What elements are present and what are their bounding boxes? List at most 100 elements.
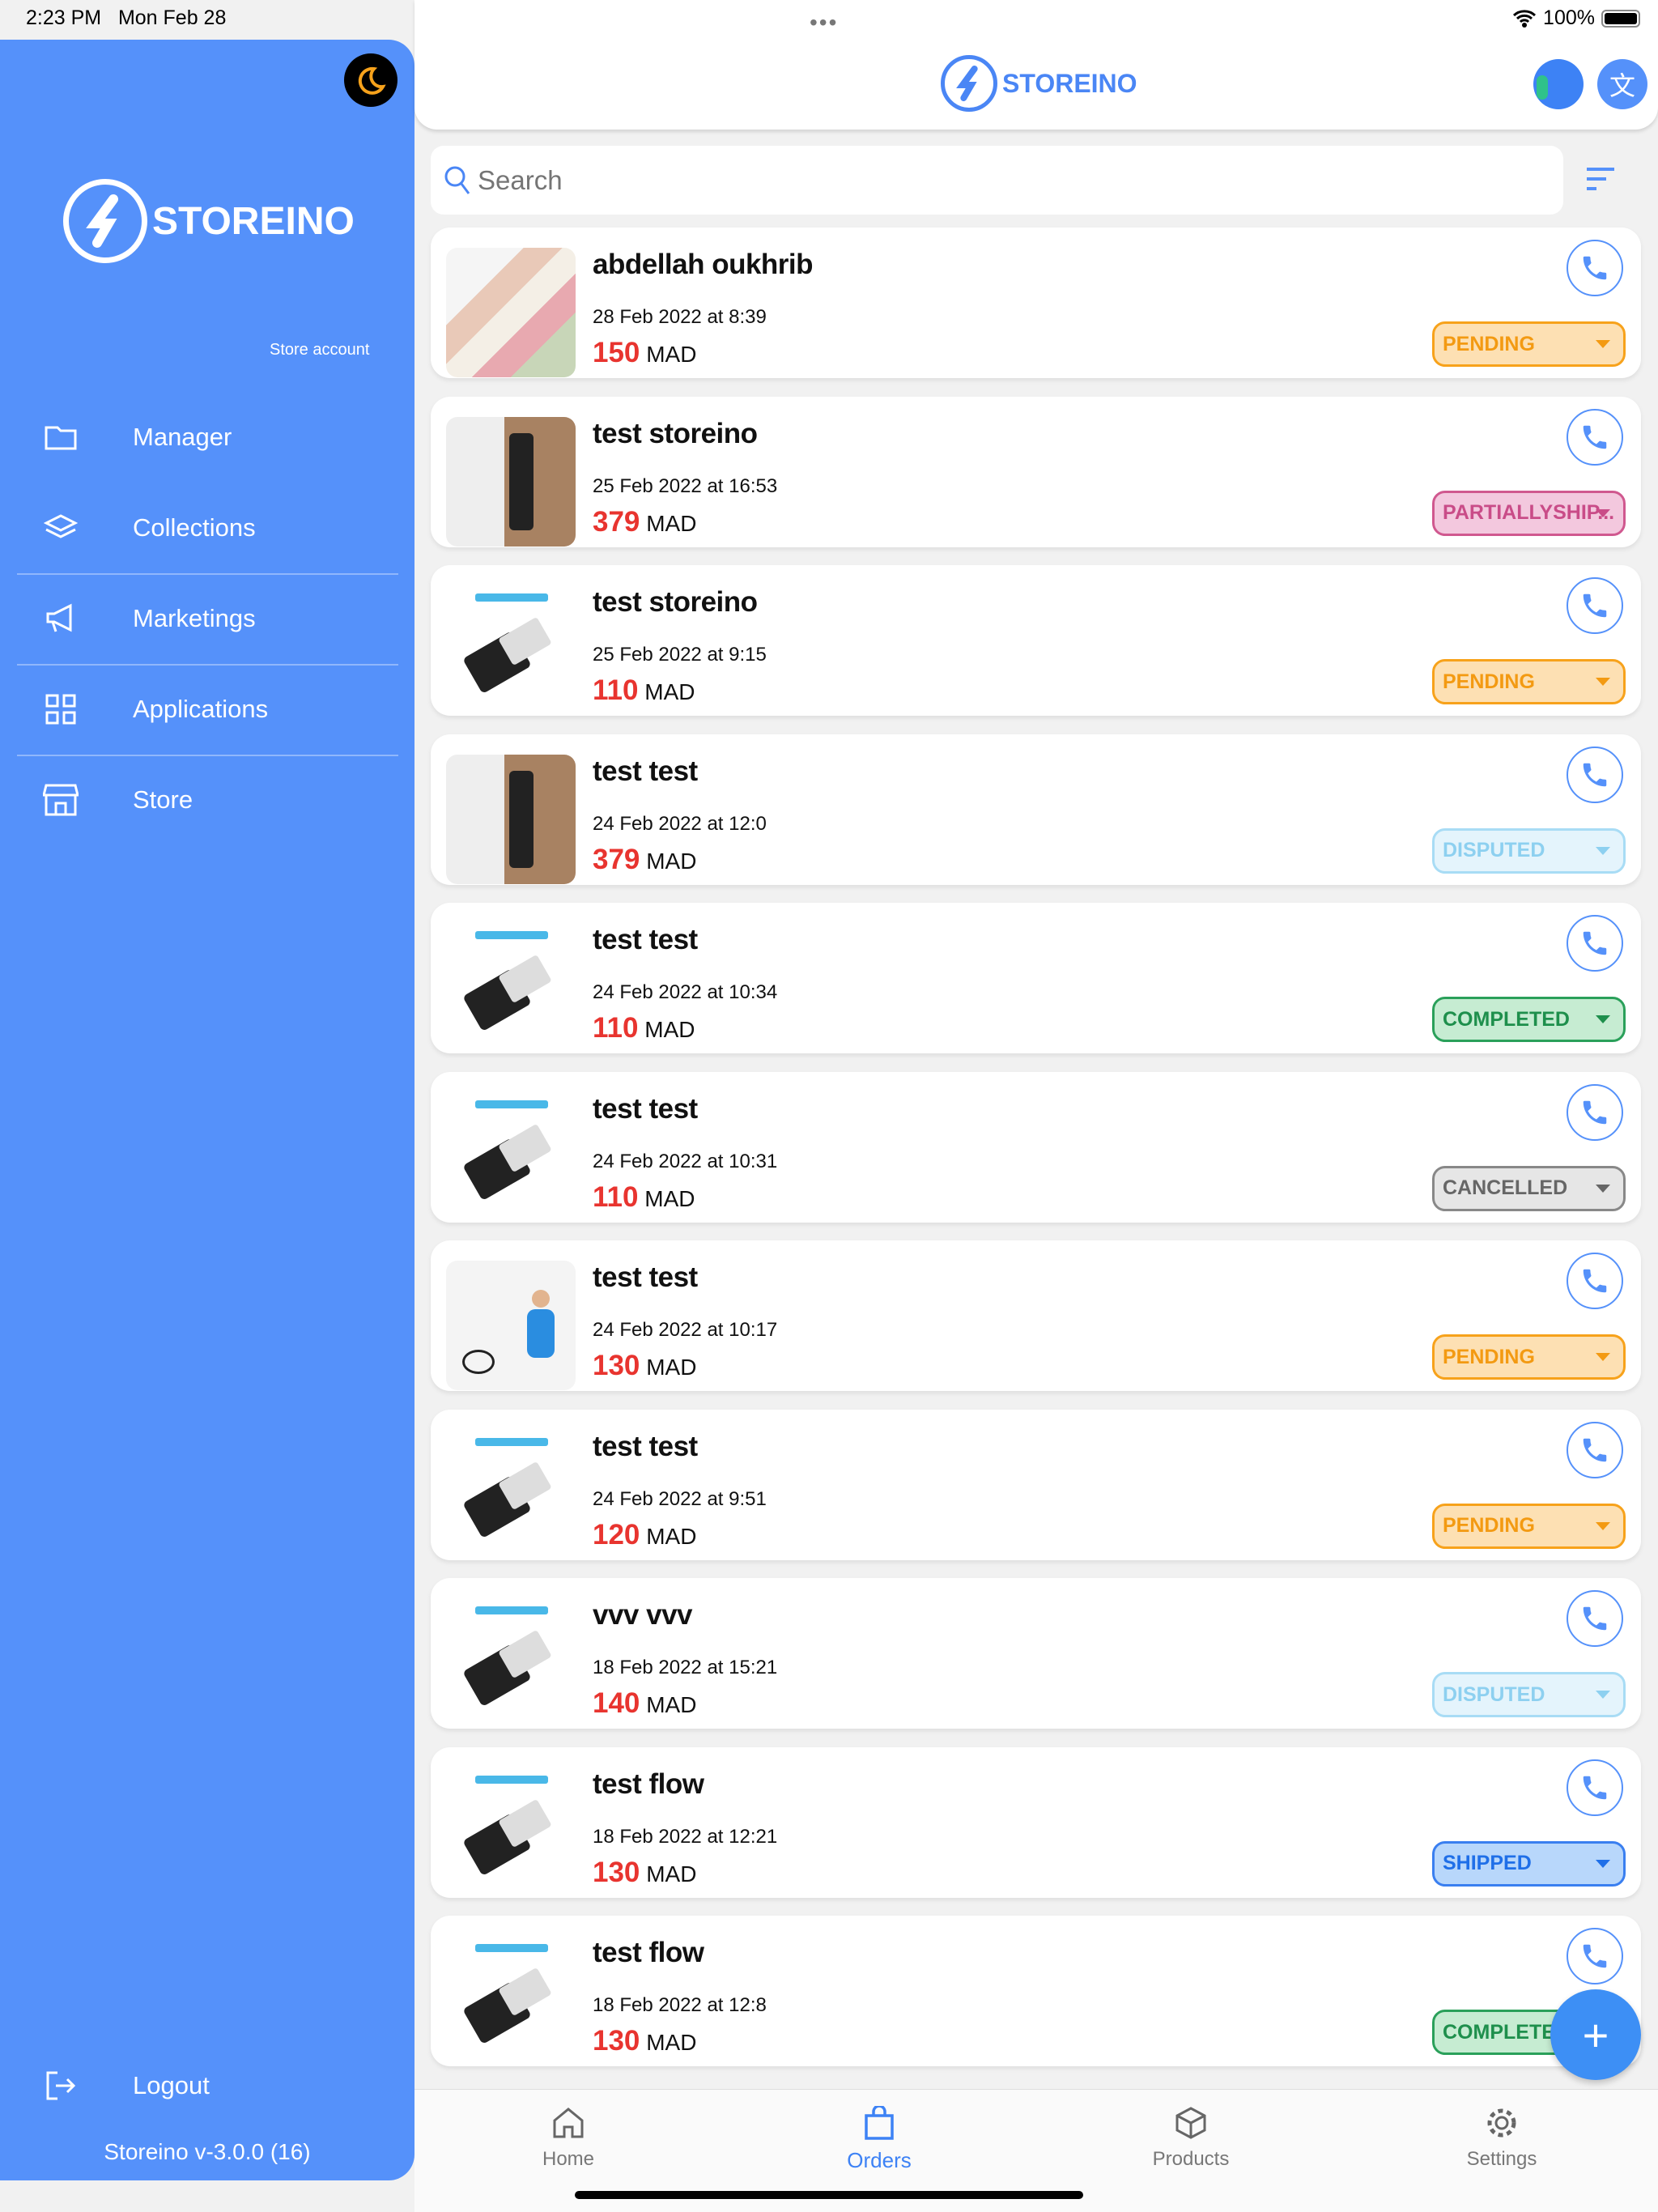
chevron-down-icon — [1596, 1859, 1610, 1868]
customer-name: abdellah oukhrib — [593, 249, 814, 280]
sidebar-item-applications[interactable]: Applications — [0, 669, 414, 750]
globe-icon — [1537, 75, 1548, 100]
tab-settings[interactable]: Settings — [1421, 2106, 1583, 2171]
order-amount: 110 — [593, 1180, 639, 1213]
product-image-usb-dongle — [446, 585, 576, 715]
product-image-door-lock — [446, 416, 576, 547]
order-card[interactable]: vvv vvv 18 Feb 2022 at 15:21 140 MAD DIS… — [431, 1578, 1641, 1729]
order-card[interactable]: test storeino 25 Feb 2022 at 9:15 110 MA… — [431, 565, 1641, 716]
order-card[interactable]: abdellah oukhrib 28 Feb 2022 at 8:39 150… — [431, 228, 1641, 378]
add-order-button[interactable]: + — [1550, 1989, 1641, 2080]
call-button[interactable] — [1567, 746, 1623, 803]
filter-button[interactable] — [1585, 166, 1616, 198]
tab-products[interactable]: Products — [1110, 2106, 1272, 2171]
tab-orders[interactable]: Orders — [798, 2106, 960, 2173]
order-card[interactable]: test test 24 Feb 2022 at 10:31 110 MAD C… — [431, 1071, 1641, 1223]
sidebar-item-store[interactable]: Store — [0, 759, 414, 840]
store-account-link[interactable]: Store account — [270, 341, 369, 359]
home-icon — [553, 2108, 584, 2138]
order-total: 130 MAD — [593, 2025, 696, 2057]
status-dropdown[interactable]: DISPUTED — [1432, 1672, 1626, 1717]
chevron-down-icon — [1596, 678, 1610, 686]
order-amount: 130 — [593, 1350, 640, 1381]
status-dropdown[interactable]: SHIPPED — [1432, 1840, 1626, 1887]
order-card[interactable]: test test 24 Feb 2022 at 10:17 130 MAD P… — [431, 1240, 1641, 1391]
order-amount: 130 — [593, 1856, 640, 1888]
order-total: 120 MAD — [593, 1519, 696, 1551]
call-button[interactable] — [1567, 1421, 1623, 1478]
product-image-door-lock — [446, 754, 576, 884]
status-dropdown[interactable]: PENDING — [1432, 321, 1626, 367]
order-date: 25 Feb 2022 at 16:53 — [593, 474, 778, 497]
sidebar-item-collections[interactable]: Collections — [0, 487, 414, 568]
order-total: 140 MAD — [593, 1687, 696, 1720]
order-total: 130 MAD — [593, 1857, 696, 1889]
order-card[interactable]: test storeino 25 Feb 2022 at 16:53 379 M… — [431, 396, 1641, 547]
order-card[interactable]: test test 24 Feb 2022 at 12:0 379 MAD DI… — [431, 734, 1641, 885]
order-card[interactable]: test flow 18 Feb 2022 at 12:8 130 MAD CO… — [431, 1916, 1641, 2066]
status-dropdown[interactable]: COMPLETED — [1432, 997, 1626, 1042]
status-dropdown[interactable]: CANCELLED — [1432, 1165, 1626, 1211]
search-input[interactable] — [478, 164, 1449, 196]
app-version: Storeino v-3.0.0 (16) — [104, 2139, 311, 2164]
phone-icon — [1583, 1944, 1607, 1968]
order-currency: MAD — [646, 1523, 697, 1549]
status-dropdown[interactable]: PENDING — [1432, 1503, 1626, 1549]
sidebar-item-marketings[interactable]: Marketings — [0, 578, 414, 659]
call-button[interactable] — [1567, 915, 1623, 972]
call-button[interactable] — [1567, 577, 1623, 634]
translate-button[interactable]: 文 — [1597, 59, 1647, 109]
call-button[interactable] — [1567, 1590, 1623, 1647]
shopping-bag-icon — [865, 2106, 894, 2140]
tab-home[interactable]: Home — [487, 2106, 649, 2171]
product-image-towels — [446, 248, 576, 377]
order-card[interactable]: test flow 18 Feb 2022 at 12:21 130 MAD S… — [431, 1746, 1641, 1898]
call-button[interactable] — [1567, 1253, 1623, 1309]
order-date: 24 Feb 2022 at 10:17 — [593, 1319, 778, 1341]
product-image-door-anchor — [446, 1261, 576, 1390]
call-button[interactable] — [1567, 240, 1623, 296]
dark-mode-toggle[interactable] — [344, 53, 397, 107]
call-button[interactable] — [1567, 1928, 1623, 1984]
product-image-usb-dongle — [446, 1598, 576, 1728]
order-date: 24 Feb 2022 at 9:51 — [593, 1487, 767, 1510]
chevron-down-icon — [1596, 1184, 1610, 1193]
call-button[interactable] — [1567, 408, 1623, 466]
order-currency: MAD — [644, 679, 695, 704]
folder-icon — [37, 424, 84, 450]
search-bar[interactable] — [431, 146, 1563, 215]
order-card[interactable]: test test 24 Feb 2022 at 9:51 120 MAD PE… — [431, 1409, 1641, 1560]
status-dropdown[interactable]: DISPUTED — [1432, 827, 1626, 874]
customer-name: test flow — [593, 1767, 704, 1800]
phone-icon — [1583, 1606, 1607, 1631]
order-currency: MAD — [646, 1861, 697, 1887]
product-image-usb-dongle — [446, 1767, 576, 1897]
product-image-usb-dongle — [446, 1936, 576, 2065]
order-card[interactable]: test test 24 Feb 2022 at 10:34 110 MAD C… — [431, 903, 1641, 1053]
sidebar-item-manager[interactable]: Manager — [0, 397, 414, 478]
chevron-down-icon — [1596, 1691, 1610, 1699]
phone-icon — [1583, 1438, 1607, 1461]
phone-icon — [1583, 425, 1607, 449]
chevron-down-icon — [1596, 1521, 1610, 1530]
call-button[interactable] — [1567, 1759, 1623, 1816]
status-dropdown[interactable]: PENDING — [1432, 659, 1626, 704]
order-total: 379 MAD — [593, 506, 696, 538]
grid-icon — [37, 694, 84, 725]
logout-button[interactable]: Logout — [0, 2045, 414, 2126]
plus-icon: + — [1582, 2009, 1609, 2061]
customer-name: test test — [593, 1092, 698, 1125]
order-currency: MAD — [646, 1355, 697, 1380]
status-label: SHIPPED — [1443, 1852, 1532, 1874]
search-icon — [444, 166, 470, 194]
status-dropdown[interactable]: PENDING — [1432, 1334, 1626, 1380]
divider — [17, 755, 398, 756]
call-button[interactable] — [1567, 1083, 1623, 1141]
status-dropdown[interactable]: PARTIALLYSHIP... — [1432, 490, 1626, 536]
phone-icon — [1583, 1100, 1607, 1124]
multitasking-dots[interactable]: ••• — [810, 10, 838, 36]
status-label: CANCELLED — [1443, 1176, 1568, 1199]
customer-name: test flow — [593, 1937, 704, 1968]
status-label: PENDING — [1443, 1345, 1535, 1368]
globe-button[interactable] — [1533, 59, 1584, 109]
